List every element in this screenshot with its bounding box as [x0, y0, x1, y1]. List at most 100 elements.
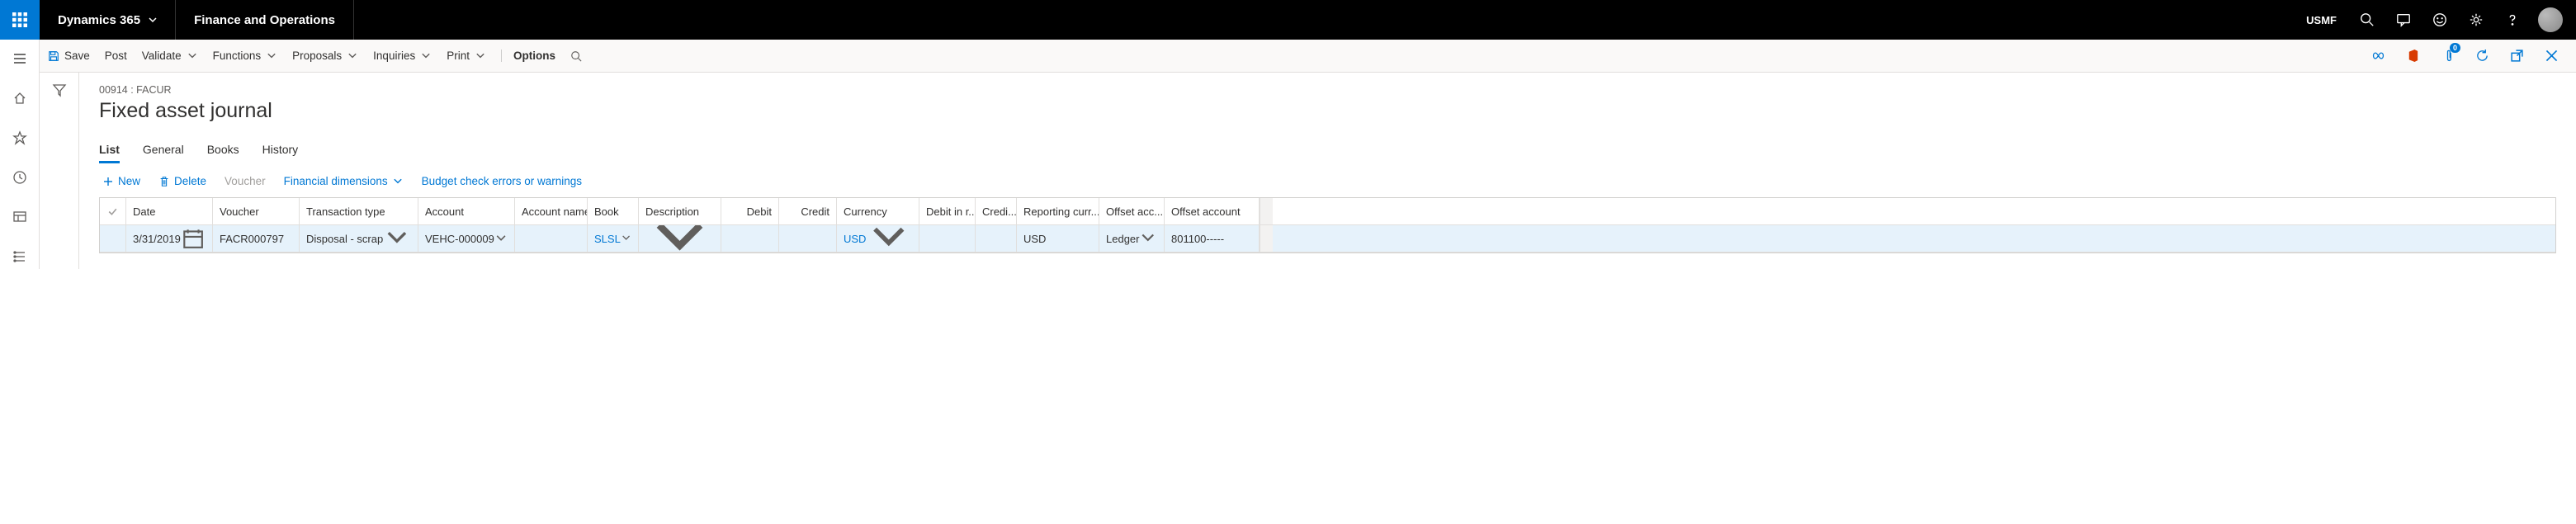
select-all-checkbox[interactable] [100, 198, 126, 224]
col-transaction-type[interactable]: Transaction type [300, 198, 418, 224]
page-title: Fixed asset journal [99, 99, 2556, 123]
cell-date[interactable]: 3/31/2019 [126, 225, 213, 252]
brand-dropdown[interactable]: Dynamics 365 [40, 0, 176, 40]
chevron-down-icon[interactable] [866, 225, 912, 252]
global-header: Dynamics 365 Finance and Operations USMF [0, 0, 2576, 40]
cell-credit-in-rep[interactable] [976, 225, 1017, 252]
col-description[interactable]: Description [639, 198, 721, 224]
tab-list-item[interactable]: List [99, 138, 120, 163]
chevron-down-icon[interactable] [383, 225, 411, 252]
settings-button[interactable] [2459, 0, 2493, 40]
col-offset-account[interactable]: Offset account [1165, 198, 1260, 224]
functions-menu[interactable]: Functions [213, 50, 278, 62]
col-debit[interactable]: Debit [721, 198, 779, 224]
smiley-icon [2432, 12, 2447, 27]
nav-recent[interactable] [3, 165, 36, 190]
tab-list: List General Books History [99, 138, 2556, 163]
check-icon [106, 205, 119, 218]
messages-button[interactable] [2386, 0, 2421, 40]
search-icon [570, 50, 582, 62]
refresh-button[interactable] [2470, 45, 2493, 68]
col-offset-account-type[interactable]: Offset acc... [1099, 198, 1165, 224]
budget-check-button[interactable]: Budget check errors or warnings [422, 175, 582, 187]
popout-icon [2510, 49, 2524, 63]
cell-offset-account-type[interactable]: Ledger [1099, 225, 1165, 252]
tab-books[interactable]: Books [207, 138, 239, 163]
col-reporting-currency[interactable]: Reporting curr... [1017, 198, 1099, 224]
col-date[interactable]: Date [126, 198, 213, 224]
attachments-button[interactable]: 0 [2436, 45, 2459, 68]
col-debit-in-rep[interactable]: Debit in r... [919, 198, 976, 224]
chevron-down-icon [347, 50, 358, 62]
scroll-up[interactable] [1260, 198, 1273, 224]
office-button[interactable] [2401, 45, 2424, 68]
user-avatar[interactable] [2538, 7, 2563, 32]
brand-label: Dynamics 365 [58, 13, 140, 27]
chevron-down-icon[interactable] [621, 233, 631, 243]
nav-favorites[interactable] [3, 125, 36, 150]
nav-workspaces[interactable] [3, 205, 36, 229]
col-credit[interactable]: Credit [779, 198, 837, 224]
col-credit-in-rep[interactable]: Credi... [976, 198, 1017, 224]
connector-button[interactable] [2366, 45, 2389, 68]
col-account[interactable]: Account [418, 198, 515, 224]
cell-book[interactable]: SLSL [588, 225, 639, 252]
plus-icon [102, 176, 114, 187]
grid-data-row[interactable]: 3/31/2019 FACR000797 Disposal - scrap VE… [100, 225, 2555, 253]
proposals-menu[interactable]: Proposals [292, 50, 358, 62]
grid-header-row: Date Voucher Transaction type Account Ac… [100, 198, 2555, 225]
module-label: Finance and Operations [176, 0, 354, 40]
scrollbar[interactable] [1260, 225, 1273, 252]
cell-description[interactable] [639, 225, 721, 252]
nav-hamburger[interactable] [3, 46, 36, 71]
cell-account-name[interactable] [515, 225, 588, 252]
chevron-down-icon[interactable] [494, 232, 508, 245]
cell-debit-in-rep[interactable] [919, 225, 976, 252]
row-checkbox[interactable] [100, 225, 126, 252]
action-pane: Save Post Validate Functions Proposals I… [40, 40, 2576, 73]
chevron-down-icon[interactable] [1139, 229, 1157, 248]
cell-transaction-type[interactable]: Disposal - scrap [300, 225, 418, 252]
help-button[interactable] [2495, 0, 2530, 40]
save-button[interactable]: Save [48, 50, 90, 62]
feedback-button[interactable] [2422, 0, 2457, 40]
cell-offset-account[interactable]: 801100----- [1165, 225, 1260, 252]
chevron-down-icon[interactable] [645, 225, 714, 252]
col-voucher[interactable]: Voucher [213, 198, 300, 224]
print-menu[interactable]: Print [447, 50, 486, 62]
col-account-name[interactable]: Account name [515, 198, 588, 224]
nav-home[interactable] [3, 86, 36, 111]
calendar-icon[interactable] [181, 226, 206, 251]
col-book[interactable]: Book [588, 198, 639, 224]
post-button[interactable]: Post [105, 50, 127, 62]
nav-modules[interactable] [3, 244, 36, 269]
cell-debit[interactable] [721, 225, 779, 252]
app-launcher-button[interactable] [0, 0, 40, 40]
chat-icon [2396, 12, 2411, 27]
search-button[interactable] [2350, 0, 2385, 40]
tab-general[interactable]: General [143, 138, 184, 163]
voucher-button: Voucher [225, 175, 266, 187]
page-search-button[interactable] [570, 50, 582, 62]
close-button[interactable] [2540, 45, 2563, 68]
legal-entity[interactable]: USMF [2295, 14, 2348, 26]
office-icon [2406, 49, 2420, 63]
validate-menu[interactable]: Validate [142, 50, 198, 62]
cell-voucher[interactable]: FACR000797 [213, 225, 300, 252]
financial-dimensions-menu[interactable]: Financial dimensions [284, 175, 404, 187]
cell-account[interactable]: VEHC-000009 [418, 225, 515, 252]
filter-pane-toggle[interactable] [40, 73, 79, 269]
search-icon [2360, 12, 2375, 27]
trash-icon [158, 176, 170, 187]
popout-button[interactable] [2505, 45, 2528, 68]
tab-history[interactable]: History [262, 138, 299, 163]
inquiries-menu[interactable]: Inquiries [373, 50, 432, 62]
col-currency[interactable]: Currency [837, 198, 919, 224]
new-button[interactable]: New [102, 175, 140, 187]
cell-currency[interactable]: USD [837, 225, 919, 252]
delete-button[interactable]: Delete [158, 175, 206, 187]
cell-credit[interactable] [779, 225, 837, 252]
options-button[interactable]: Options [501, 50, 555, 62]
cell-reporting-currency[interactable]: USD [1017, 225, 1099, 252]
chevron-down-icon [149, 16, 157, 24]
